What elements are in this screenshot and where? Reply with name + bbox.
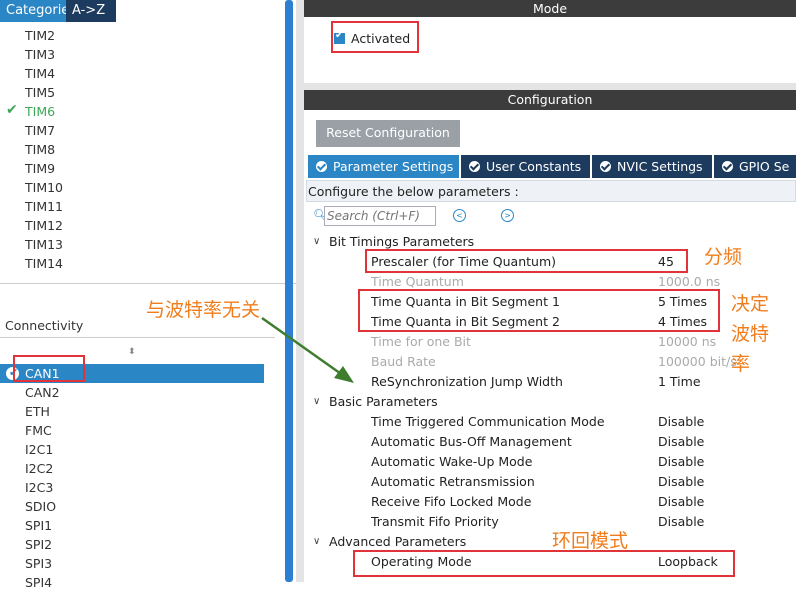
annotation-arrow xyxy=(261,316,354,383)
